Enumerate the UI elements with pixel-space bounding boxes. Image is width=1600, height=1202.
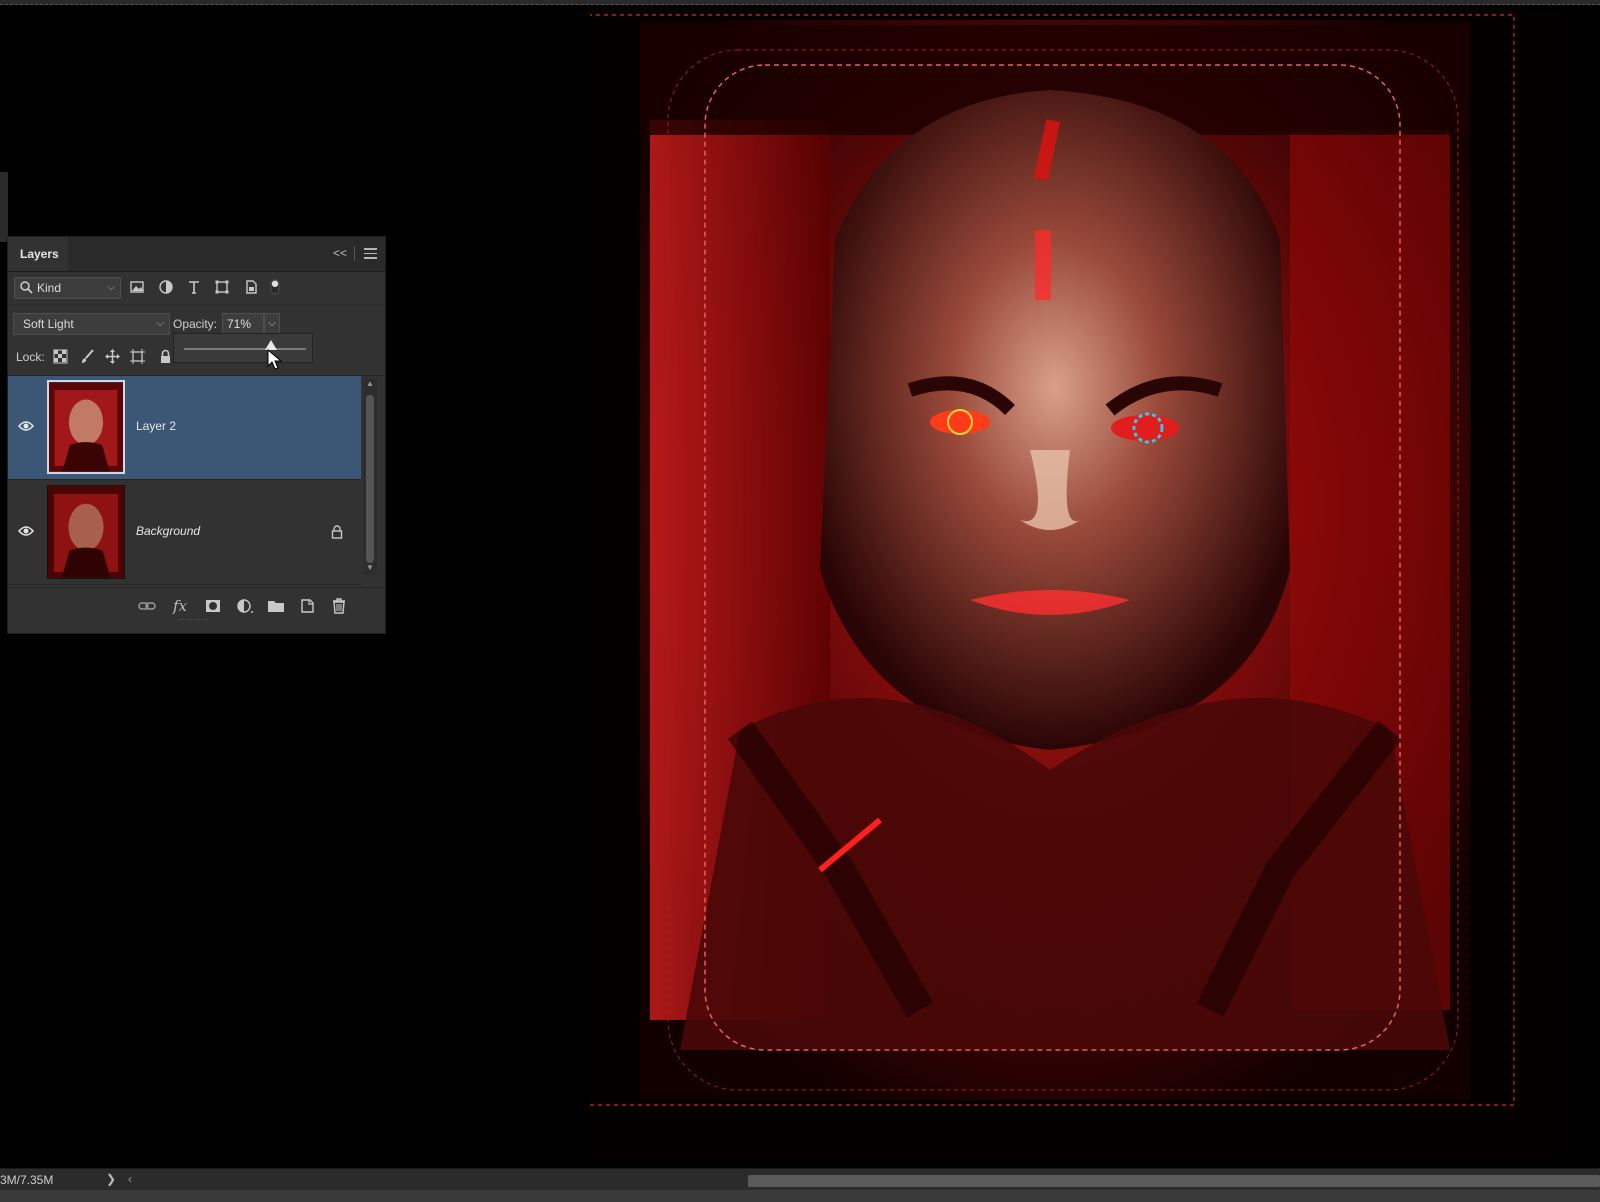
titlebar-divider <box>354 246 355 261</box>
layers-scrollbar[interactable]: ▲ ▼ <box>363 379 377 575</box>
collapsed-panel-edge[interactable] <box>0 172 8 242</box>
artwork-image <box>590 10 1560 1160</box>
chevron-down-icon: ⌵ <box>107 282 115 293</box>
top-ruler-strip <box>0 0 1600 5</box>
scroll-left-icon[interactable]: ‹ <box>128 1172 132 1186</box>
opacity-label: Opacity: <box>173 317 218 331</box>
blend-mode-select[interactable]: Soft Light ⌵ <box>13 313 170 335</box>
opacity-slider-track[interactable] <box>184 348 306 350</box>
lock-artboard-icon[interactable] <box>130 349 145 364</box>
tab-layers[interactable]: Layers <box>8 237 68 271</box>
layer-thumbnail-image <box>48 486 124 578</box>
new-group-icon[interactable] <box>267 598 285 614</box>
layers-panel: Layers << Kind ⌵ Soft Light ⌵ Opacity: 7… <box>7 236 386 634</box>
fx-icon[interactable]: fx <box>173 598 191 614</box>
layer-name[interactable]: Layer 2 <box>136 419 176 433</box>
layer-thumbnail[interactable] <box>47 485 125 579</box>
horizontal-scrollbar-thumb[interactable] <box>748 1175 1600 1187</box>
mouse-cursor-icon <box>267 349 283 370</box>
opacity-dropdown-button[interactable]: ⌵ <box>264 313 280 335</box>
adjustment-filter-icon[interactable] <box>158 279 174 295</box>
visibility-eye-icon[interactable] <box>18 525 34 537</box>
lock-all-icon[interactable] <box>158 349 173 364</box>
panel-titlebar: Layers << <box>8 237 385 272</box>
layer-list: Layer 2 Background <box>8 376 361 586</box>
scroll-down-icon[interactable]: ▼ <box>363 563 377 575</box>
status-menu-arrow-icon[interactable]: ❯ <box>106 1172 116 1186</box>
filter-kind-select[interactable]: Kind ⌵ <box>14 277 121 299</box>
filter-kind-label: Kind <box>37 281 62 295</box>
collapse-panel-button[interactable]: << <box>333 246 347 260</box>
lock-position-icon[interactable] <box>105 349 120 364</box>
layer-thumbnail[interactable] <box>47 380 125 474</box>
layer-lock-icon[interactable] <box>331 525 343 539</box>
lock-transparent-pixels-icon[interactable] <box>53 349 68 364</box>
layer-thumbnail-image <box>49 382 123 472</box>
opacity-input[interactable]: 71% <box>222 313 264 335</box>
new-adjustment-layer-icon[interactable] <box>236 598 254 614</box>
blend-mode-value: Soft Light <box>23 317 74 331</box>
status-bar: 3M/7.35M ❯ ‹ <box>0 1168 1600 1191</box>
smart-object-filter-icon[interactable] <box>243 279 259 295</box>
scrollbar-thumb[interactable] <box>366 395 374 563</box>
add-mask-icon[interactable] <box>204 598 222 614</box>
layer-row-layer-2[interactable]: Layer 2 <box>8 376 361 480</box>
layer-filter-row: Kind ⌵ <box>8 271 385 306</box>
lock-image-pixels-icon[interactable] <box>80 349 95 364</box>
panel-resize-grip[interactable] <box>178 619 208 623</box>
opacity-slider-popup[interactable] <box>173 333 313 363</box>
visibility-eye-icon[interactable] <box>18 420 34 432</box>
delete-layer-icon[interactable] <box>330 598 348 614</box>
image-filter-icon[interactable] <box>129 279 145 295</box>
search-icon <box>20 281 33 294</box>
filter-toggle-icon[interactable] <box>269 279 281 295</box>
type-filter-icon[interactable] <box>186 279 202 295</box>
document-canvas[interactable] <box>590 10 1560 1160</box>
scroll-up-icon[interactable]: ▲ <box>363 379 377 391</box>
new-layer-icon[interactable] <box>298 598 316 614</box>
chevron-down-icon: ⌵ <box>156 318 164 329</box>
layers-panel-footer: fx <box>8 587 385 624</box>
layer-row-background[interactable]: Background <box>8 481 361 585</box>
shape-filter-icon[interactable] <box>214 279 230 295</box>
bottom-strip <box>0 1190 1600 1202</box>
panel-menu-icon[interactable] <box>364 248 377 259</box>
link-layers-icon[interactable] <box>138 598 156 614</box>
document-size-readout: 3M/7.35M <box>0 1173 54 1187</box>
layer-name[interactable]: Background <box>136 524 200 538</box>
lock-label: Lock: <box>16 350 45 364</box>
